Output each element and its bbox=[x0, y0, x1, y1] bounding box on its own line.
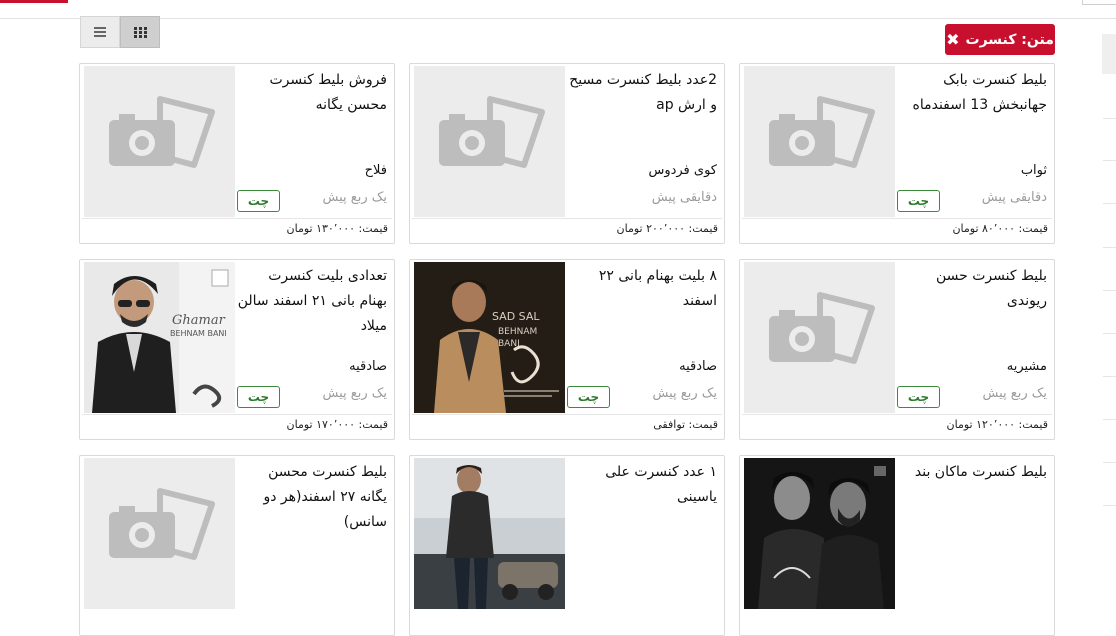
listing-title[interactable]: ۱ عدد کنسرت علی یاسینی bbox=[567, 460, 717, 510]
chat-button[interactable]: چت bbox=[897, 386, 940, 408]
camera-icon bbox=[769, 96, 875, 168]
listing-price: قیمت: ۱۳۰٬۰۰۰ تومان bbox=[286, 222, 388, 235]
search-filter-chip[interactable]: متن: کنسرت ✖ bbox=[945, 24, 1055, 55]
listing-image-placeholder bbox=[414, 66, 565, 217]
listing-title[interactable]: بلیط کنسرت بابک جهانبخش 13 اسفندماه bbox=[897, 68, 1048, 118]
brand-strip bbox=[0, 0, 68, 3]
listing-price: قیمت: توافقی bbox=[653, 418, 718, 431]
listing-price: قیمت: ۲۰۰٬۰۰۰ تومان bbox=[616, 222, 718, 235]
listing-title[interactable]: بلیط کنسرت حسن ریوندی bbox=[897, 264, 1047, 314]
listing-title[interactable]: فروش بلیط کنسرت محسن یگانه bbox=[237, 68, 388, 118]
listing-title[interactable]: 2عدد بلیط کنسرت مسیح و ارش ap bbox=[567, 68, 717, 118]
listing-photo bbox=[414, 458, 565, 609]
listing-title[interactable]: بلیط کنسرت محسن یگانه ۲۷ اسفند(هر دو سان… bbox=[237, 460, 387, 535]
chat-button[interactable]: چت bbox=[567, 386, 610, 408]
listing-photo bbox=[744, 458, 895, 609]
view-toggle bbox=[80, 16, 160, 48]
poster-text-2: BEHNAM bbox=[498, 327, 537, 337]
list-icon bbox=[94, 27, 106, 37]
listing-image-placeholder bbox=[84, 66, 235, 217]
listing-card[interactable]: بلیط کنسرت ماکان بند bbox=[739, 455, 1055, 636]
chat-button[interactable]: چت bbox=[237, 386, 280, 408]
listing-image-placeholder bbox=[744, 262, 895, 413]
listing-location: فلاح bbox=[364, 163, 387, 178]
listing-price: قیمت: ۸۰٬۰۰۰ تومان bbox=[952, 222, 1048, 235]
grid-icon bbox=[133, 26, 147, 38]
top-right-button[interactable] bbox=[1082, 0, 1116, 5]
listing-card[interactable]: ۱ عدد کنسرت علی یاسینی bbox=[409, 455, 725, 636]
list-view-button[interactable] bbox=[80, 16, 120, 48]
camera-icon bbox=[439, 96, 545, 168]
concert-poster-image: SAD SAL BEHNAM BANI bbox=[414, 262, 565, 413]
listing-location: صادقیه bbox=[349, 359, 387, 374]
card-divider bbox=[742, 414, 1052, 415]
chat-button[interactable]: چت bbox=[237, 190, 280, 212]
listing-card[interactable]: SAD SAL BEHNAM BANI ۸ بلیت بهنام بانی ۲۲… bbox=[409, 259, 725, 440]
band-photo-image bbox=[744, 458, 895, 609]
card-divider bbox=[742, 218, 1052, 219]
listing-location: کوی فردوس bbox=[648, 163, 717, 178]
listing-card[interactable]: فروش بلیط کنسرت محسن یگانه فلاح یک ربع پ… bbox=[79, 63, 395, 244]
card-divider bbox=[82, 414, 392, 415]
side-panel bbox=[1102, 34, 1116, 74]
camera-icon bbox=[109, 96, 215, 168]
chat-button[interactable]: چت bbox=[897, 190, 940, 212]
listing-location: مشیریه bbox=[1006, 359, 1047, 374]
listing-price: قیمت: ۱۲۰٬۰۰۰ تومان bbox=[946, 418, 1048, 431]
listing-time: دقایقی پیش bbox=[651, 190, 717, 205]
listing-title[interactable]: تعدادی بلیت کنسرت بهنام بانی ۲۱ اسفند سا… bbox=[237, 264, 387, 339]
listing-card[interactable]: بلیط کنسرت حسن ریوندی مشیریه یک ربع پیش … bbox=[739, 259, 1055, 440]
listing-location: ثواب bbox=[1020, 163, 1047, 178]
album-cover-image: Ghamar BEHNAM BANI bbox=[84, 262, 235, 413]
listing-title[interactable]: بلیط کنسرت ماکان بند bbox=[897, 460, 1047, 485]
listing-card[interactable]: 2عدد بلیط کنسرت مسیح و ارش ap کوی فردوس … bbox=[409, 63, 725, 244]
listing-card[interactable]: بلیط کنسرت بابک جهانبخش 13 اسفندماه ثواب… bbox=[739, 63, 1055, 244]
card-divider bbox=[412, 218, 722, 219]
remove-filter-icon[interactable]: ✖ bbox=[946, 31, 959, 48]
singer-photo-image bbox=[414, 458, 565, 609]
listing-title[interactable]: ۸ بلیت بهنام بانی ۲۲ اسفند bbox=[567, 264, 717, 314]
filter-label: متن: کنسرت bbox=[965, 31, 1054, 48]
listing-image-placeholder bbox=[84, 458, 235, 609]
listing-photo: SAD SAL BEHNAM BANI bbox=[414, 262, 565, 413]
card-divider bbox=[82, 218, 392, 219]
listing-photo: Ghamar BEHNAM BANI bbox=[84, 262, 235, 413]
album-text-1: Ghamar bbox=[172, 313, 226, 328]
listing-location: صادقیه bbox=[679, 359, 717, 374]
album-text-2: BEHNAM BANI bbox=[170, 329, 227, 338]
poster-text-1: SAD SAL bbox=[492, 310, 540, 323]
top-bar bbox=[0, 0, 1116, 19]
grid-view-button[interactable] bbox=[120, 16, 160, 48]
camera-icon bbox=[769, 292, 875, 364]
camera-icon bbox=[109, 488, 215, 560]
listing-price: قیمت: ۱۷۰٬۰۰۰ تومان bbox=[286, 418, 388, 431]
listing-image-placeholder bbox=[744, 66, 895, 217]
card-divider bbox=[412, 414, 722, 415]
listing-card[interactable]: بلیط کنسرت محسن یگانه ۲۷ اسفند(هر دو سان… bbox=[79, 455, 395, 636]
listing-card[interactable]: Ghamar BEHNAM BANI تعدادی بلیت کنسرت بهن… bbox=[79, 259, 395, 440]
